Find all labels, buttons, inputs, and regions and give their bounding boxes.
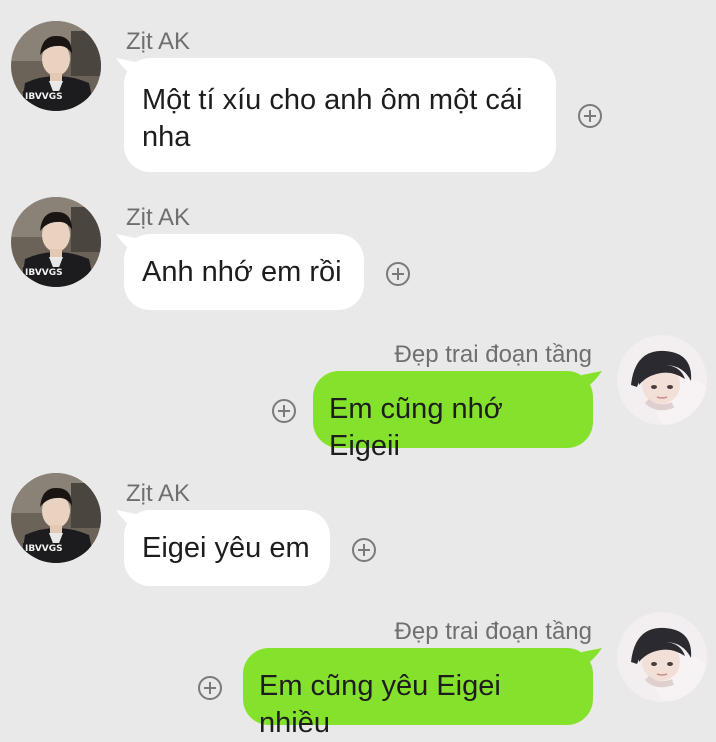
sender-name: Đẹp trai đoạn tầng	[394, 341, 592, 368]
sender-name: Zịt AK	[126, 480, 191, 507]
message-bubble[interactable]: Một tí xíu cho anh ôm một cái nha	[124, 58, 556, 172]
message-text: Anh nhớ em rồi	[142, 256, 342, 288]
plus-circle-icon[interactable]	[578, 104, 602, 128]
message-bubble[interactable]: Eigei yêu em	[124, 510, 330, 586]
avatar-image	[11, 197, 101, 287]
user-avatar[interactable]	[617, 612, 707, 702]
avatar-image	[11, 21, 101, 111]
plus-circle-icon[interactable]	[198, 676, 222, 700]
sender-name: Zịt AK	[126, 28, 191, 55]
contact-avatar[interactable]	[11, 473, 101, 563]
avatar-image	[617, 335, 707, 425]
message-text: Em cũng yêu Eigei nhiều	[259, 670, 501, 739]
plus-circle-icon[interactable]	[386, 262, 410, 286]
avatar-image	[617, 612, 707, 702]
sender-name: Zịt AK	[126, 204, 191, 231]
avatar-image	[11, 473, 101, 563]
plus-circle-icon[interactable]	[352, 538, 376, 562]
plus-circle-icon[interactable]	[272, 399, 296, 423]
contact-avatar[interactable]	[11, 197, 101, 287]
message-text: Một tí xíu cho anh ôm một cái nha	[142, 84, 523, 153]
message-bubble[interactable]: Em cũng yêu Eigei nhiều	[243, 648, 593, 739]
message-text: Eigei yêu em	[142, 532, 310, 564]
user-avatar[interactable]	[617, 335, 707, 425]
message-bubble[interactable]: Anh nhớ em rồi	[124, 234, 364, 310]
contact-avatar[interactable]	[11, 21, 101, 111]
sender-name: Đẹp trai đoạn tầng	[394, 618, 592, 645]
message-bubble[interactable]: Em cũng nhớ Eigeii	[313, 371, 593, 462]
message-text: Em cũng nhớ Eigeii	[329, 393, 503, 462]
